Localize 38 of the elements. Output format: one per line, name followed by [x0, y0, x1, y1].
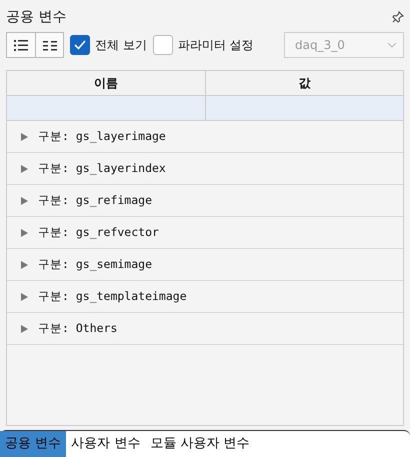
group-row[interactable]: 구분: gs_refvector — [7, 217, 403, 249]
group-row[interactable]: 구분: gs_refimage — [7, 185, 403, 217]
group-label: 구분: gs_semimage — [38, 256, 152, 273]
expand-arrow-icon[interactable] — [21, 132, 28, 140]
checkbox-label: 전체 보기 — [95, 37, 147, 54]
tab[interactable]: 사용자 변수 — [66, 431, 146, 457]
group-label: 구분: gs_layerindex — [38, 160, 166, 177]
group-label: 구분: Others — [38, 320, 118, 337]
check-icon — [74, 40, 86, 50]
group-row[interactable]: 구분: gs_layerindex — [7, 153, 403, 185]
group-row[interactable]: 구분: gs_semimage — [7, 249, 403, 281]
expand-arrow-icon[interactable] — [21, 292, 28, 300]
pin-icon[interactable] — [392, 11, 404, 23]
tab[interactable]: 모듈 사용자 변수 — [145, 431, 255, 457]
checkbox[interactable] — [152, 35, 173, 55]
caret-icon — [387, 42, 397, 48]
checkbox[interactable] — [70, 35, 90, 55]
tab[interactable]: 공용 변수 — [0, 431, 66, 457]
group-row[interactable]: 구분: Others — [7, 313, 403, 345]
column-header[interactable]: 이름 — [7, 71, 204, 95]
list-icon — [14, 40, 28, 50]
group-label: 구분: gs_refimage — [38, 192, 152, 209]
group-label: 구분: gs_refvector — [38, 224, 159, 241]
expand-arrow-icon[interactable] — [21, 228, 28, 236]
group-label: 구분: gs_layerimage — [38, 128, 166, 145]
group-row[interactable]: 구분: gs_templateimage — [7, 281, 403, 313]
columns-icon — [42, 40, 56, 50]
panel-title: 공용 변수 — [6, 8, 66, 26]
checkbox-label: 파라미터 설정 — [178, 37, 254, 54]
view-button[interactable] — [35, 33, 63, 57]
expand-arrow-icon[interactable] — [21, 196, 28, 204]
expand-arrow-icon[interactable] — [21, 164, 28, 172]
expand-arrow-icon[interactable] — [21, 260, 28, 268]
group-row[interactable]: 구분: gs_layerimage — [7, 121, 403, 153]
expand-arrow-icon[interactable] — [21, 324, 28, 332]
view-button[interactable] — [7, 33, 35, 57]
group-label: 구분: gs_templateimage — [38, 288, 187, 305]
column-header[interactable]: 값 — [204, 71, 403, 95]
